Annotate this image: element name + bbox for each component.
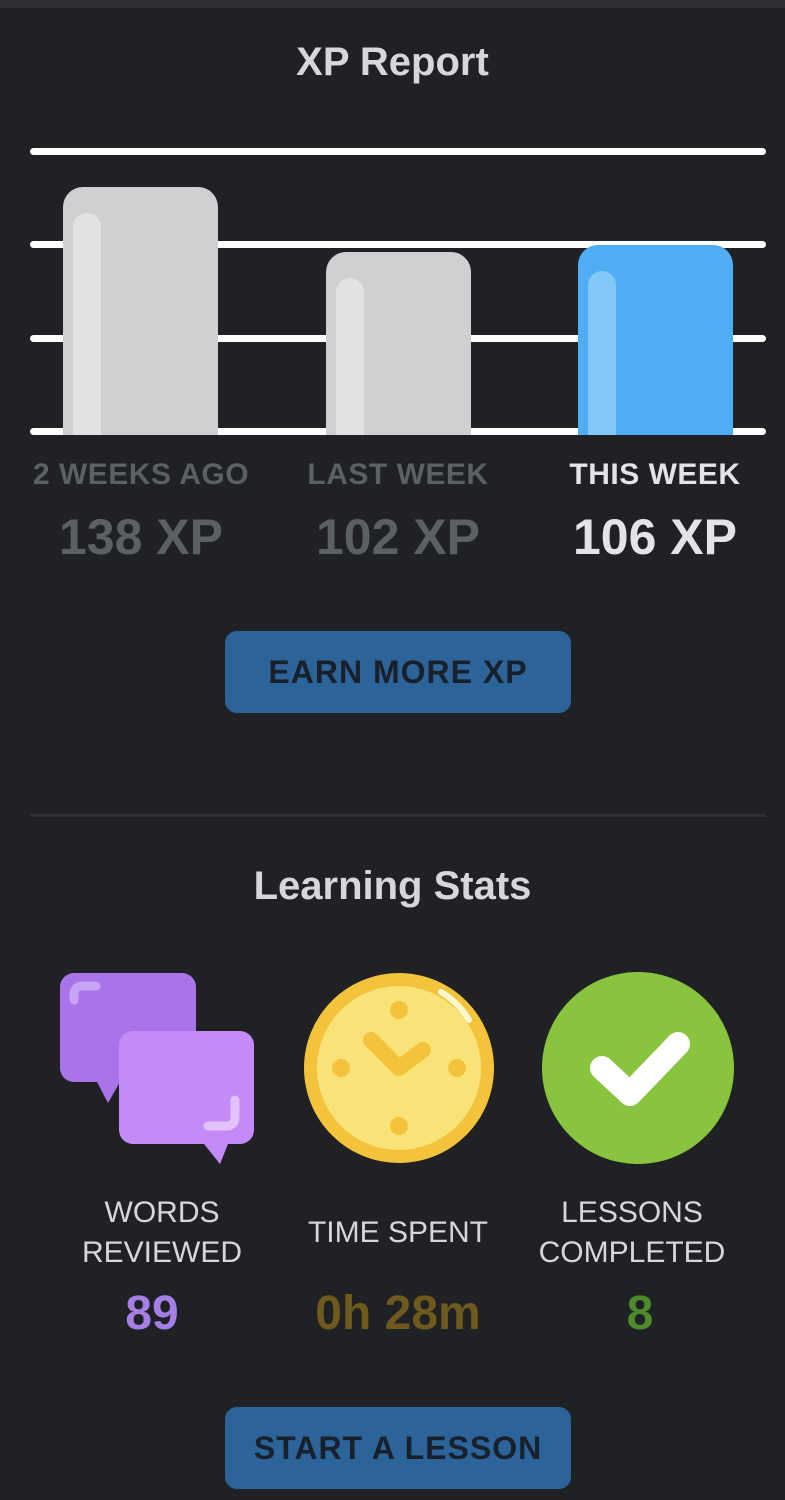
stat-label-line: WORDS [104,1196,220,1229]
week-label-last-week: LAST WEEK [307,458,489,491]
week-xp-last-week: 102 XP [315,509,480,565]
xp-bar-last-week [325,252,471,435]
week-xp-this-week: 106 XP [572,509,737,565]
checkmark-icon [542,972,734,1164]
chart-gridline [30,148,766,155]
learning-stats-title: Learning Stats [253,864,532,908]
week-label-2-weeks-ago: 2 WEEKS AGO [32,458,250,491]
stat-label-line: LESSONS [561,1196,703,1229]
stat-label-line: REVIEWED [81,1236,243,1269]
xp-bar-2-weeks-ago [62,187,218,435]
clock-icon [304,973,494,1163]
week-xp-2-weeks-ago: 138 XP [58,509,223,565]
stat-label-time-spent: TIME SPENT [278,1213,518,1253]
bar-highlight [587,271,616,435]
stat-label-line: COMPLETED [538,1236,726,1269]
week-label-this-week: THIS WEEK [569,458,741,491]
section-divider [30,814,766,817]
words-reviewed-value: 89 [125,1287,179,1340]
bar-highlight [72,213,101,435]
top-bar [0,0,785,8]
stat-label-lessons-completed: LESSONS COMPLETED [512,1193,752,1273]
time-spent-value: 0h 28m [315,1287,481,1340]
xp-bar-chart [30,140,766,440]
bar-highlight [335,278,364,435]
stat-label-line: TIME SPENT [307,1216,488,1249]
lessons-completed-value: 8 [626,1287,654,1340]
xp-report-title: XP Report [296,40,489,84]
speech-bubbles-icon [60,973,254,1164]
xp-bar-this-week [577,245,733,435]
stat-label-words-reviewed: WORDS REVIEWED [42,1193,282,1273]
start-lesson-button[interactable]: START A LESSON [225,1407,571,1489]
earn-more-xp-button[interactable]: EARN MORE XP [225,631,571,713]
